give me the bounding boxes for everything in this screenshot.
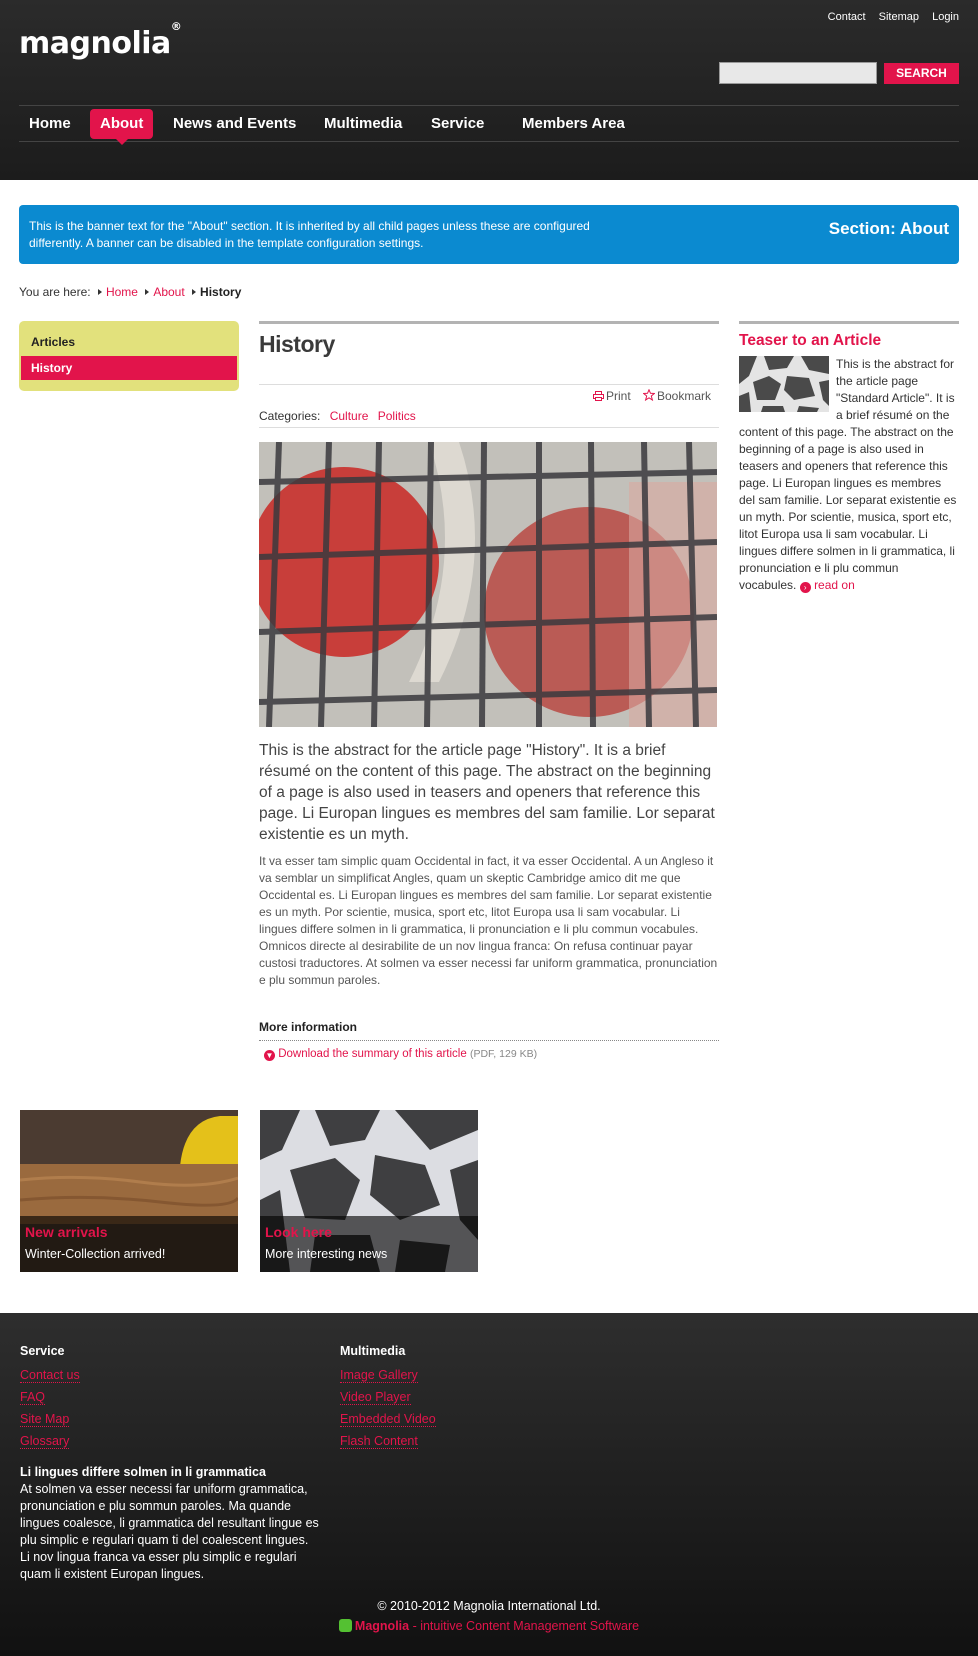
nav-service[interactable]: Service: [421, 109, 494, 139]
powered-text: - intuitive Content Management Software: [409, 1619, 640, 1633]
banner-section-title: Section: About: [828, 219, 949, 238]
footer-text-title: Li lingues differe solmen in li grammati…: [20, 1465, 266, 1479]
powered-by[interactable]: Magnolia - intuitive Content Management …: [0, 1619, 978, 1633]
article-abstract: This is the abstract for the article pag…: [259, 742, 715, 843]
divider: [259, 384, 719, 385]
article-image: [259, 442, 717, 727]
banner-text: This is the banner text for the "About" …: [29, 219, 590, 250]
more-information-heading: More information: [259, 1020, 719, 1041]
categories: Categories: Culture Politics: [259, 409, 719, 428]
site-footer: Service Contact us FAQ Site Map Glossary…: [0, 1313, 978, 1656]
promo-title: New arrivals: [25, 1224, 108, 1240]
article-body: It va esser tam simplic quam Occidental …: [259, 854, 718, 987]
divider: [739, 321, 959, 324]
nav-home[interactable]: Home: [19, 109, 81, 139]
printer-icon: [593, 391, 604, 401]
breadcrumb-about[interactable]: About: [153, 285, 184, 299]
print-label: Print: [606, 389, 631, 403]
teaser-body: This is the abstract for the article pag…: [739, 356, 959, 594]
magnolia-logo[interactable]: magnolia®: [19, 20, 182, 61]
bookmark-label: Bookmark: [657, 389, 712, 403]
star-icon: [642, 388, 656, 402]
promo-tile-new-arrivals[interactable]: New arrivals Winter-Collection arrived!: [20, 1110, 238, 1272]
footer-column-service: Service Contact us FAQ Site Map Glossary: [20, 1344, 80, 1452]
promo-subtitle: Winter-Collection arrived!: [25, 1247, 166, 1261]
sitemap-link[interactable]: Sitemap: [879, 11, 919, 23]
footer-link-site-map[interactable]: Site Map: [20, 1408, 80, 1430]
breadcrumb-arrow-icon: [145, 289, 150, 295]
download-meta: (PDF, 129 KB): [469, 1048, 538, 1060]
footer-column-title: Multimedia: [340, 1344, 406, 1358]
categories-label: Categories:: [259, 409, 321, 423]
subnav-title[interactable]: Articles: [31, 335, 75, 349]
site-header: magnolia® Contact Sitemap Login SEARCH H…: [0, 0, 978, 180]
search-input[interactable]: [719, 62, 877, 84]
copyright: © 2010-2012 Magnolia International Ltd.: [377, 1599, 601, 1613]
promo-subtitle: More interesting news: [265, 1247, 388, 1261]
read-on-icon: ›: [799, 582, 811, 593]
magnolia-icon: [338, 1619, 352, 1632]
bookmark-button[interactable]: Bookmark: [642, 388, 712, 403]
footer-link-glossary[interactable]: Glossary: [20, 1430, 80, 1452]
login-link[interactable]: Login: [932, 11, 959, 23]
main-nav: Home About News and Events Multimedia Se…: [19, 105, 959, 145]
nav-multimedia[interactable]: Multimedia: [314, 109, 412, 139]
breadcrumb-prefix: You are here:: [19, 285, 91, 299]
breadcrumb-home[interactable]: Home: [106, 285, 138, 299]
footer-text: At solmen va esser necessi far uniform g…: [20, 1482, 319, 1581]
breadcrumb-current: History: [200, 285, 242, 299]
footer-column-title: Service: [20, 1344, 65, 1358]
download-icon: ▼: [264, 1050, 275, 1061]
read-on-link[interactable]: read on: [814, 578, 855, 592]
teaser-title-link[interactable]: Teaser to an Article: [739, 332, 881, 350]
breadcrumb-arrow-icon: [97, 289, 102, 295]
page-title: History: [259, 331, 335, 357]
footer-text-block: Li lingues differe solmen in li grammati…: [20, 1464, 320, 1583]
category-politics[interactable]: Politics: [378, 409, 416, 423]
nav-news-and-events[interactable]: News and Events: [163, 109, 306, 139]
nav-about[interactable]: About: [90, 109, 154, 145]
promo-title: Look here: [265, 1224, 332, 1240]
sub-navigation: Articles History: [19, 321, 239, 391]
footer-link-flash-content[interactable]: Flash Content: [340, 1430, 436, 1452]
top-links: Contact Sitemap Login: [818, 11, 959, 23]
footer-column-multimedia: Multimedia Image Gallery Video Player Em…: [340, 1344, 436, 1452]
print-button[interactable]: Print: [593, 389, 631, 403]
promo-tile-look-here[interactable]: Look here More interesting news: [260, 1110, 478, 1272]
breadcrumb: You are here: Home About History: [19, 285, 241, 299]
contact-link[interactable]: Contact: [828, 11, 866, 23]
category-culture[interactable]: Culture: [330, 409, 369, 423]
divider: [259, 321, 719, 324]
footer-link-contact-us[interactable]: Contact us: [20, 1364, 80, 1386]
download-link-row: ▼ Download the summary of this article (…: [264, 1048, 537, 1061]
footer-link-video-player[interactable]: Video Player: [340, 1386, 436, 1408]
footer-link-faq[interactable]: FAQ: [20, 1386, 80, 1408]
breadcrumb-arrow-icon: [192, 289, 197, 295]
search-button[interactable]: SEARCH: [884, 63, 959, 84]
subnav-item-history[interactable]: History: [21, 356, 237, 380]
nav-members-area[interactable]: Members Area: [512, 109, 635, 139]
powered-brand: Magnolia: [354, 1619, 410, 1633]
section-banner: This is the banner text for the "About" …: [19, 205, 959, 264]
footer-link-image-gallery[interactable]: Image Gallery: [340, 1364, 436, 1386]
footer-link-embedded-video[interactable]: Embedded Video: [340, 1408, 436, 1430]
download-summary-link[interactable]: Download the summary of this article: [278, 1048, 467, 1060]
